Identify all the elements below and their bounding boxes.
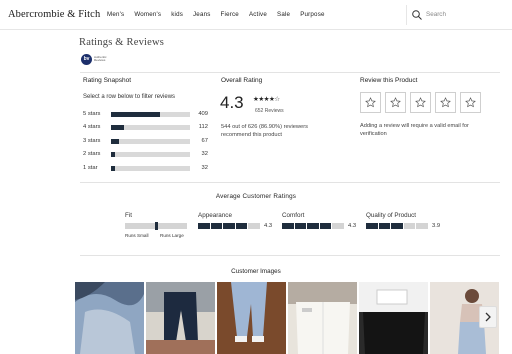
search-input[interactable]: Search — [406, 5, 512, 25]
overall-star-rating: ★★★★☆ — [253, 96, 280, 103]
customer-photo-white-jeans — [288, 282, 357, 354]
nav-item-kids[interactable]: kids — [171, 11, 183, 18]
rate-2-star-button[interactable] — [385, 92, 406, 113]
nav-item-sale[interactable]: Sale — [277, 11, 290, 18]
next-images-button[interactable] — [479, 306, 497, 328]
customer-image[interactable] — [288, 282, 357, 354]
customer-photo-light-jeans — [217, 282, 286, 354]
fit-scale — [125, 222, 187, 230]
rating-bar — [111, 165, 190, 171]
rating-bar — [111, 138, 190, 144]
badge-text-line2: Reviews — [94, 58, 106, 62]
quality-label: Quality of Product — [366, 212, 417, 219]
rating-row-count: 32 — [201, 151, 208, 157]
rating-row-3[interactable]: 3 stars 67 — [83, 137, 213, 145]
rating-row-label: 3 stars — [83, 138, 101, 144]
rating-bar-fill — [111, 124, 125, 130]
star-outline-icon — [465, 97, 476, 108]
rating-row-label: 2 stars — [83, 151, 101, 157]
rating-snapshot-subheading: Select a row below to filter reviews — [83, 94, 176, 100]
rating-row-label: 4 stars — [83, 124, 101, 130]
overall-rating-score: 4.3 — [220, 93, 244, 112]
ratings-reviews-title: Ratings & Reviews — [79, 37, 165, 48]
review-product-heading: Review this Product — [360, 77, 418, 84]
review-email-note: Adding a review will require a valid ema… — [360, 123, 469, 137]
rate-3-star-button[interactable] — [410, 92, 431, 113]
star-outline-icon — [440, 97, 451, 108]
star-outline-icon — [365, 97, 376, 108]
rating-row-count: 32 — [201, 165, 208, 171]
star-outline-icon — [390, 97, 401, 108]
customer-image[interactable] — [75, 282, 144, 354]
customer-images-title: Customer Images — [231, 268, 281, 275]
nav-item-active[interactable]: Active — [249, 11, 267, 18]
rating-bar — [111, 151, 190, 157]
rate-4-star-button[interactable] — [435, 92, 456, 113]
brand-logo[interactable]: Abercrombie & Fitch — [8, 9, 100, 20]
section-divider — [80, 255, 500, 256]
search-placeholder: Search — [426, 11, 446, 18]
comfort-rating-bar — [282, 223, 344, 229]
rating-row-2[interactable]: 2 stars 32 — [83, 150, 213, 158]
appearance-label: Appearance — [198, 212, 232, 219]
rating-bar-fill — [111, 151, 115, 157]
rating-bar — [111, 124, 190, 130]
search-icon — [412, 10, 422, 20]
customer-photo-black-jeans — [359, 282, 428, 354]
rate-1-star-button[interactable] — [360, 92, 381, 113]
rating-row-4[interactable]: 4 stars 112 — [83, 123, 213, 131]
fit-marker — [154, 222, 158, 230]
nav-item-mens[interactable]: Men's — [107, 11, 124, 18]
customer-image[interactable] — [359, 282, 428, 354]
rating-snapshot-heading: Rating Snapshot — [83, 77, 132, 84]
quality-rating-bar — [366, 223, 428, 229]
rate-5-star-button[interactable] — [460, 92, 481, 113]
rating-bar-fill — [111, 165, 115, 171]
fit-runs-large: Runs Large — [160, 233, 184, 238]
customer-image[interactable] — [146, 282, 215, 354]
review-count[interactable]: 652 Reviews — [255, 108, 284, 114]
average-ratings-title: Average Customer Ratings — [215, 193, 297, 200]
rating-bar-fill — [111, 138, 119, 144]
customer-photo-denim — [75, 282, 144, 354]
star-outline-icon — [415, 97, 426, 108]
rating-bar — [111, 111, 190, 117]
recommend-text: 544 out of 626 (86.90%) reviewers recomm… — [221, 124, 308, 138]
comfort-label: Comfort — [282, 212, 305, 219]
customer-image[interactable] — [217, 282, 286, 354]
rating-row-1[interactable]: 1 star 32 — [83, 164, 213, 172]
nav-item-purpose[interactable]: Purpose — [300, 11, 324, 18]
rating-row-5[interactable]: 5 stars 409 — [83, 110, 213, 118]
rating-row-label: 1 star — [83, 165, 98, 171]
chevron-right-icon — [485, 312, 491, 322]
top-navigation: Abercrombie & Fitch Men's Women's kids J… — [0, 0, 512, 30]
rating-row-count: 112 — [198, 124, 208, 130]
appearance-rating-bar — [198, 223, 260, 229]
customer-photo-jeans-dark — [146, 282, 215, 354]
nav-item-jeans[interactable]: Jeans — [193, 11, 211, 18]
comfort-value: 4.3 — [348, 223, 357, 229]
authentic-reviews-badge: bv Authentic Reviews — [81, 53, 115, 65]
appearance-value: 4.3 — [264, 223, 273, 229]
fit-label: Fit — [125, 212, 132, 219]
section-divider — [80, 182, 500, 183]
rating-row-label: 5 stars — [83, 111, 101, 117]
bazaarvoice-logo: bv — [81, 53, 92, 65]
main-nav: Men's Women's kids Jeans Fierce Active S… — [107, 11, 335, 18]
quality-value: 3.9 — [432, 223, 441, 229]
rating-row-count: 67 — [201, 138, 208, 144]
rating-row-count: 409 — [198, 111, 208, 117]
fit-runs-small: Runs Small — [125, 233, 149, 238]
rating-bar-fill — [111, 111, 160, 117]
section-divider — [80, 72, 500, 73]
nav-item-fierce[interactable]: Fierce — [221, 11, 239, 18]
nav-item-womens[interactable]: Women's — [134, 11, 161, 18]
overall-rating-heading: Overall Rating — [221, 77, 263, 84]
